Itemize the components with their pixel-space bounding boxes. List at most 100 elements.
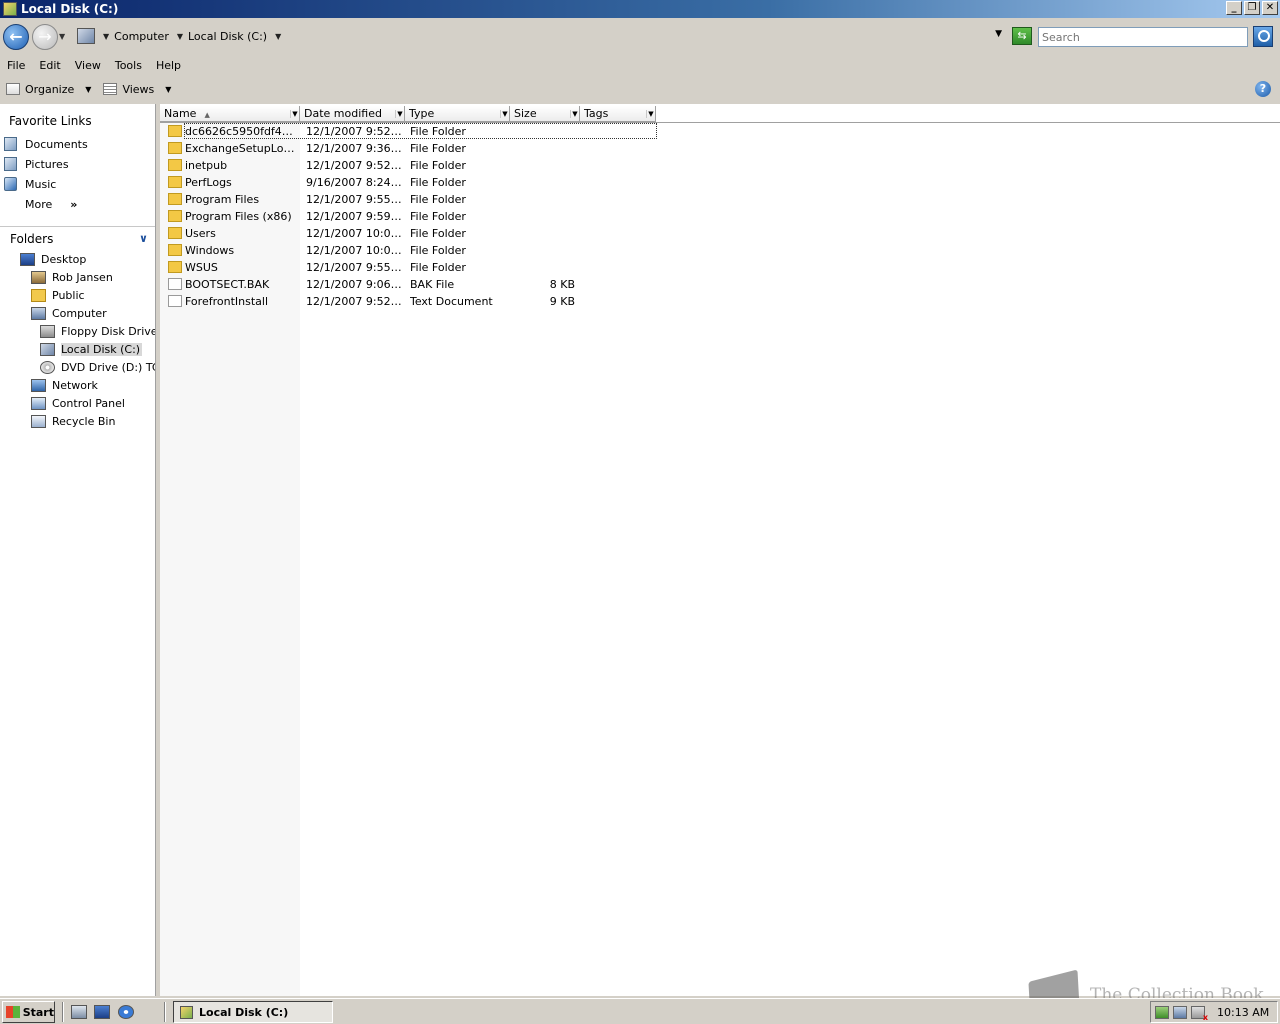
file-type: File Folder: [410, 159, 466, 172]
folder-icon: [31, 288, 46, 302]
close-button[interactable]: ✕: [1262, 1, 1278, 15]
column-header-tags[interactable]: Tags ▼: [580, 106, 656, 122]
address-bar[interactable]: ▼ Computer ▼ Local Disk (C:) ▼ ▼: [74, 25, 1006, 47]
clock[interactable]: 10:13 AM: [1217, 1006, 1269, 1019]
taskbar-window-button[interactable]: Local Disk (C:): [173, 1001, 333, 1023]
column-header-size[interactable]: Size ▼: [510, 106, 580, 122]
breadcrumb-computer[interactable]: Computer: [114, 30, 169, 43]
column-header-type[interactable]: Type ▼: [405, 106, 510, 122]
tree-item-rob-jansen[interactable]: Rob Jansen: [31, 268, 113, 286]
breadcrumb-root-arrow[interactable]: ▼: [103, 32, 109, 41]
tree-item-control-panel[interactable]: Control Panel: [31, 394, 125, 412]
folder-icon: [168, 210, 182, 222]
column-filter-dropdown[interactable]: ▼: [570, 109, 579, 118]
tree-item-computer[interactable]: Computer: [31, 304, 107, 322]
tree-label: Network: [52, 378, 98, 392]
volume-muted-icon[interactable]: [1191, 1005, 1208, 1022]
tree-item-floppy[interactable]: Floppy Disk Drive (A: [40, 322, 155, 340]
forward-button[interactable]: →: [32, 24, 58, 50]
desktop-icon: [20, 252, 35, 266]
system-tray: 10:13 AM: [1150, 1001, 1278, 1023]
column-filter-dropdown[interactable]: ▼: [500, 109, 509, 118]
views-button[interactable]: Views ▼: [97, 83, 177, 96]
file-date: 12/1/2007 9:06 AM: [306, 278, 402, 291]
pictures-icon: [4, 157, 17, 171]
file-date: 9/16/2007 8:24 PM: [306, 176, 402, 189]
favorite-label: Pictures: [25, 157, 69, 171]
documents-icon: [4, 137, 17, 151]
restore-button[interactable]: ❐: [1244, 1, 1260, 15]
folder-icon: [168, 244, 182, 256]
folders-heading[interactable]: Folders: [10, 232, 53, 246]
tree-label: Floppy Disk Drive (A: [61, 324, 155, 338]
favorite-label: More: [25, 197, 53, 211]
menu-bar: File Edit View Tools Help: [0, 56, 1280, 74]
start-button[interactable]: Start: [2, 1001, 55, 1023]
dvd-drive-icon: [40, 360, 55, 374]
server-manager-icon[interactable]: [71, 1005, 87, 1019]
folder-icon: [168, 159, 182, 171]
file-date: 12/1/2007 10:03...: [306, 227, 402, 240]
taskbar-separator: [62, 1002, 64, 1022]
file-type: File Folder: [410, 261, 466, 274]
favorite-pictures[interactable]: Pictures: [4, 155, 69, 173]
tree-item-public[interactable]: Public: [31, 286, 85, 304]
internet-explorer-icon[interactable]: [118, 1005, 134, 1019]
address-bar-area: ← → ▼ ▼ Computer ▼ Local Disk (C:) ▼ ▼ ⇆: [0, 18, 1280, 56]
start-label: Start: [22, 1005, 54, 1019]
refresh-button[interactable]: ⇆: [1012, 27, 1032, 45]
column-label: Type: [409, 107, 435, 120]
favorite-label: Music: [25, 177, 57, 191]
tree-item-network[interactable]: Network: [31, 376, 98, 394]
navigation-pane: Favorite Links Documents Pictures Music …: [0, 104, 156, 996]
menu-help[interactable]: Help: [149, 59, 188, 72]
tree-item-desktop[interactable]: Desktop: [20, 250, 86, 268]
recycle-bin-icon: [31, 414, 46, 428]
column-filter-dropdown[interactable]: ▼: [290, 109, 299, 118]
computer-icon: [31, 306, 46, 320]
chevron-down-icon[interactable]: ∨: [139, 232, 148, 245]
column-header-name[interactable]: Name ▲ ▼: [160, 106, 300, 122]
menu-tools[interactable]: Tools: [108, 59, 149, 72]
search-button[interactable]: [1253, 26, 1273, 47]
folder-icon: [168, 142, 182, 154]
column-label: Date modified: [304, 107, 382, 120]
favorite-more[interactable]: More »: [25, 195, 77, 213]
back-button[interactable]: ←: [3, 24, 29, 50]
control-panel-icon: [31, 396, 46, 410]
tree-item-local-disk[interactable]: Local Disk (C:): [40, 340, 143, 358]
window-controls: _ ❐ ✕: [1226, 1, 1278, 15]
column-filter-dropdown[interactable]: ▼: [646, 109, 655, 118]
breadcrumb-local-disk[interactable]: Local Disk (C:): [188, 30, 267, 43]
menu-edit[interactable]: Edit: [32, 59, 67, 72]
file-date: 12/1/2007 10:00...: [306, 244, 402, 257]
security-shield-icon[interactable]: [1155, 1005, 1169, 1019]
tree-item-recycle-bin[interactable]: Recycle Bin: [31, 412, 115, 430]
show-desktop-icon[interactable]: [94, 1005, 110, 1019]
file-size: 9 KB: [549, 295, 575, 308]
organize-button[interactable]: Organize ▼: [0, 83, 97, 96]
address-history-dropdown[interactable]: ▼: [995, 29, 1002, 39]
menu-file[interactable]: File: [0, 59, 32, 72]
network-icon[interactable]: [1173, 1005, 1187, 1019]
network-icon: [31, 378, 46, 392]
help-button[interactable]: ?: [1255, 81, 1271, 97]
folder-icon: [168, 193, 182, 205]
menu-view[interactable]: View: [68, 59, 108, 72]
file-name: BOOTSECT.BAK: [185, 278, 270, 291]
breadcrumb-local-disk-arrow[interactable]: ▼: [275, 32, 281, 41]
drive-icon: [77, 28, 95, 44]
favorite-music[interactable]: Music: [4, 175, 56, 193]
column-header-date-modified[interactable]: Date modified ▼: [300, 106, 405, 122]
minimize-button[interactable]: _: [1226, 1, 1242, 15]
tree-item-dvd[interactable]: DVD Drive (D:) TCBT: [40, 358, 155, 376]
breadcrumb-computer-arrow[interactable]: ▼: [177, 32, 183, 41]
column-filter-dropdown[interactable]: ▼: [395, 109, 404, 118]
tree-label: DVD Drive (D:) TCBT: [61, 360, 155, 374]
tree-label: Recycle Bin: [52, 414, 116, 428]
favorite-documents[interactable]: Documents: [4, 135, 88, 153]
drive-icon: [180, 1005, 193, 1019]
tree-label: Computer: [52, 306, 107, 320]
search-input[interactable]: [1038, 27, 1248, 47]
recent-pages-dropdown[interactable]: ▼: [59, 32, 65, 41]
